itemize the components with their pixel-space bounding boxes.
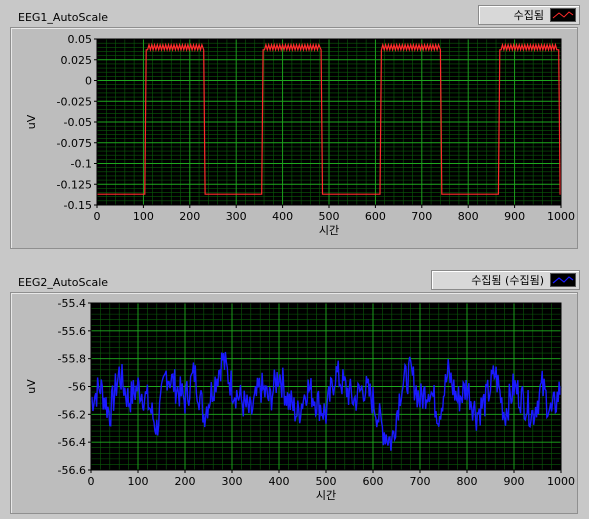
x-tick-label: 0 [88,475,95,488]
x-tick-label: 100 [128,475,149,488]
y-tick-label: -55.4 [58,297,86,310]
y-tick-label: -56.2 [58,408,86,421]
y-tick-label: -55.8 [58,353,86,366]
x-axis-label: 시간 [316,489,336,502]
y-tick-label: -56 [68,381,86,394]
x-tick-label: 600 [363,475,384,488]
x-tick-label: 900 [504,475,525,488]
y-axis-label: uV [25,379,38,394]
x-tick-label: 200 [175,475,196,488]
y-tick-label: -56.4 [58,436,86,449]
x-tick-label: 300 [222,475,243,488]
x-tick-label: 500 [316,475,337,488]
x-tick-label: 1000 [547,475,575,488]
x-tick-label: 700 [410,475,431,488]
y-tick-label: -56.6 [58,464,86,477]
chart2-plot[interactable]: 0 100 200 300 400 500 600 700 800 900 1000 -55.4 -55… [0,0,589,519]
x-tick-label: 400 [269,475,290,488]
x-tick-label: 800 [457,475,478,488]
y-tick-label: -55.6 [58,325,86,338]
